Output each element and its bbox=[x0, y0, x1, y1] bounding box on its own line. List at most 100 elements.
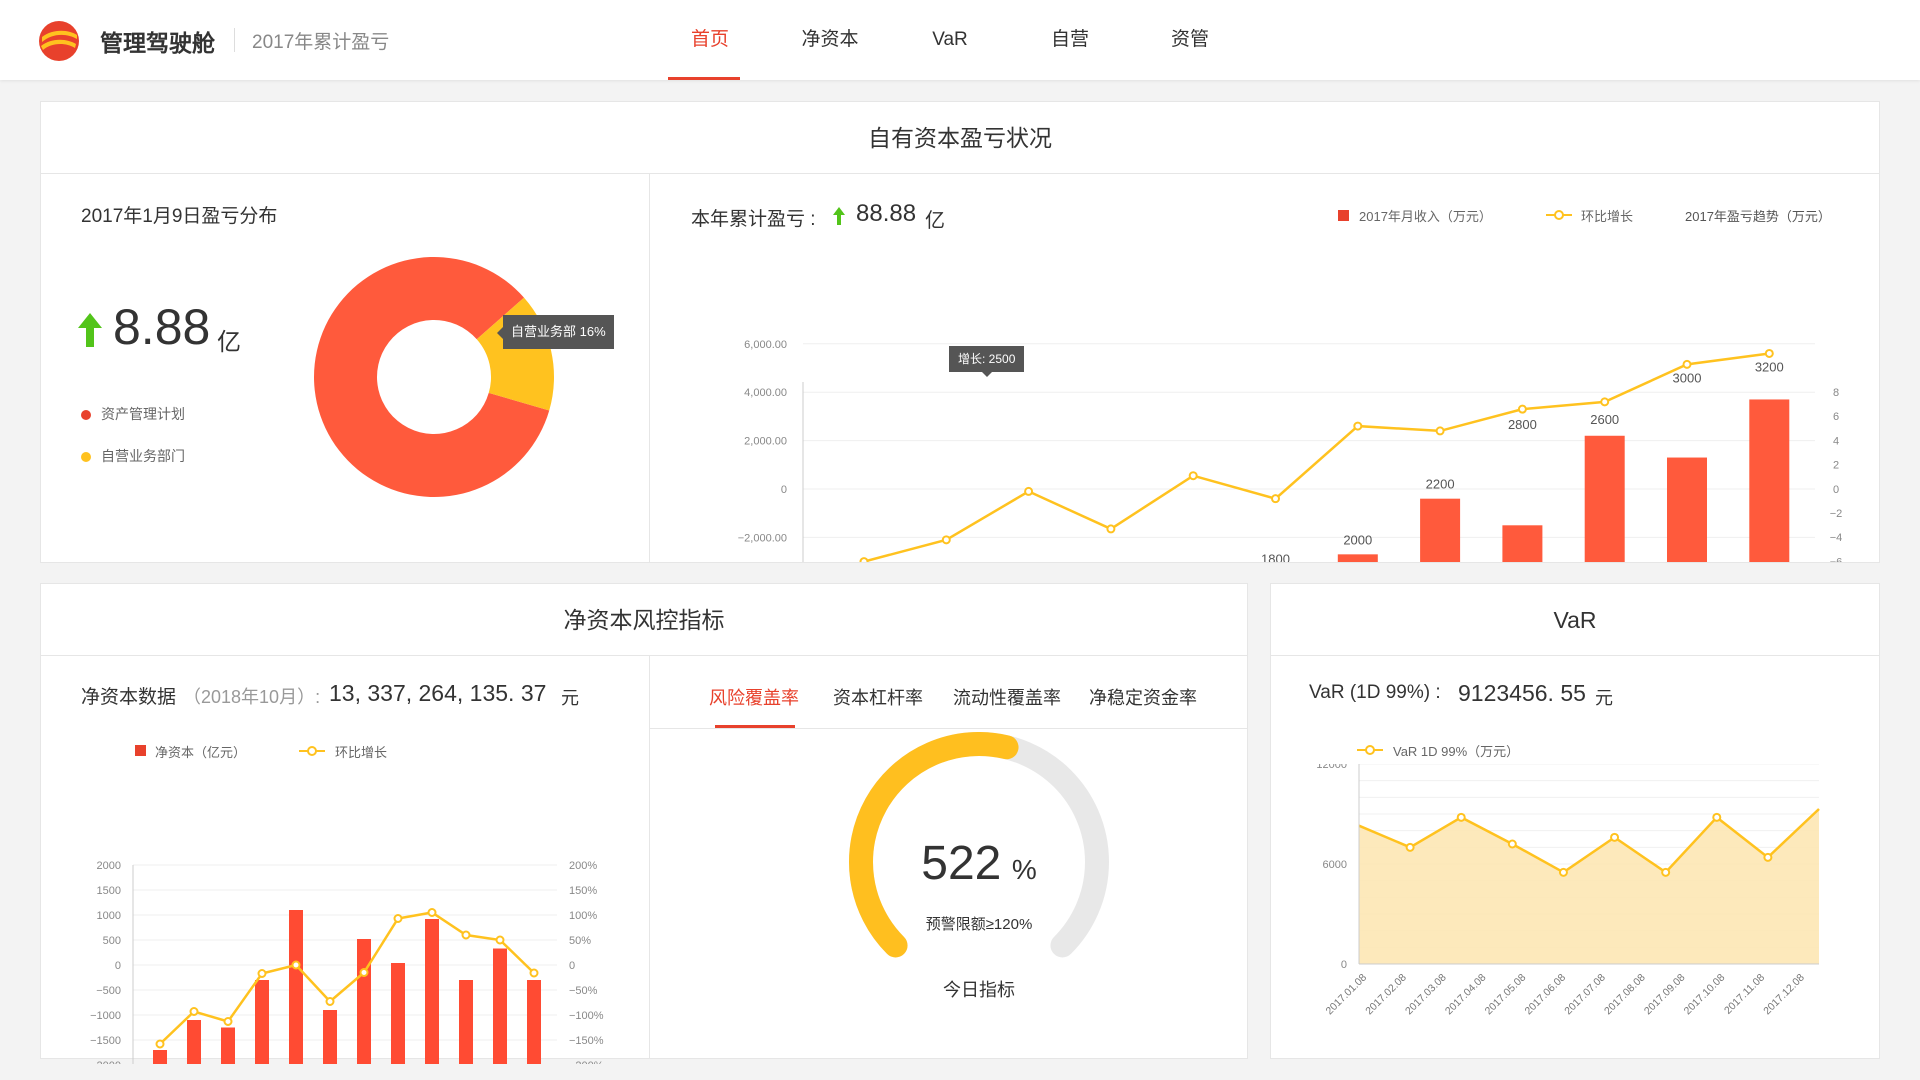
tab-capital-leverage[interactable]: 资本杠杆率 bbox=[833, 684, 923, 710]
var-chart-x-tick: 2017.06.08 bbox=[1522, 972, 1568, 1018]
net-capital-amount: 13, 337, 264, 135. 37 bbox=[329, 680, 547, 706]
profit-chart-y2-tick: 8 bbox=[1833, 387, 1839, 399]
profit-growth-line bbox=[863, 352, 1770, 562]
var-unit: 元 bbox=[1595, 688, 1613, 708]
net-chart-y-tick: 500 bbox=[103, 935, 121, 947]
profit-growth-point bbox=[859, 557, 869, 562]
var-point bbox=[1456, 812, 1466, 822]
nav-proprietary[interactable]: 自营 bbox=[1010, 0, 1130, 80]
var-chart-x-tick: 2017.10.08 bbox=[1682, 972, 1728, 1018]
net-chart-y-tick: 1000 bbox=[97, 910, 121, 922]
net-capital-card: 净资本风控指标 净资本数据 （2018年10月）: 13, 337, 264, … bbox=[40, 583, 1248, 1064]
var-chart-y-tick: 12000 bbox=[1316, 764, 1347, 771]
net-growth-point bbox=[359, 968, 369, 977]
net-chart-y2-tick: −150% bbox=[569, 1035, 604, 1047]
nav-home[interactable]: 首页 bbox=[650, 0, 770, 80]
profit-growth-point bbox=[941, 535, 951, 545]
var-point bbox=[1405, 842, 1415, 852]
donut-tooltip-text: 自营业务部 16% bbox=[511, 324, 606, 339]
profit-chart-y2-tick: −4 bbox=[1830, 532, 1843, 544]
tab-liquidity-coverage[interactable]: 流动性覆盖率 bbox=[953, 684, 1061, 710]
distribution-amount: 8.88 bbox=[113, 299, 211, 355]
donut-tooltip-arrow bbox=[497, 327, 503, 339]
legend-monthly-income-swatch bbox=[1338, 210, 1349, 221]
net-chart-y2-tick: 50% bbox=[569, 935, 591, 947]
net-capital-bar bbox=[459, 980, 473, 1064]
var-area-chart: 12000 6000 02017.01.082017.02.082017.03.08… bbox=[1316, 764, 1820, 1018]
annual-profit-amount: 88.88 bbox=[856, 200, 917, 227]
profit-chart-y2-tick: −6 bbox=[1830, 556, 1843, 562]
profit-chart-y2-tick: 4 bbox=[1833, 435, 1839, 447]
annual-profit-label: 本年累计盈亏 : bbox=[691, 209, 816, 230]
net-growth-point bbox=[291, 960, 301, 970]
net-growth-point bbox=[393, 914, 403, 923]
profit-value-label: 2600 bbox=[1590, 412, 1619, 427]
var-point bbox=[1712, 812, 1722, 822]
var-chart-x-tick: 2017.09.08 bbox=[1642, 972, 1688, 1018]
var-chart-x-tick: 2017.07.08 bbox=[1562, 972, 1608, 1018]
nav-var[interactable]: VaR bbox=[890, 0, 1010, 80]
var-card: VaR VaR (1D 99%) : 9123456. 55 元 VaR 1D … bbox=[1270, 583, 1880, 1059]
profit-value-label: 2800 bbox=[1508, 417, 1537, 432]
var-chart-x-tick: 2017.12.08 bbox=[1761, 972, 1807, 1018]
profit-value-label: 3000 bbox=[1673, 370, 1702, 385]
profit-growth-point bbox=[1764, 348, 1774, 358]
net-capital-bar bbox=[391, 963, 405, 1064]
profit-growth-point bbox=[1271, 494, 1280, 504]
net-growth-point bbox=[189, 1007, 199, 1016]
legend-net-growth-line-icon bbox=[299, 746, 325, 756]
profit-growth-point bbox=[1106, 524, 1116, 534]
net-growth-point bbox=[529, 968, 539, 978]
gauge-unit: % bbox=[1011, 854, 1037, 885]
net-growth-point bbox=[257, 969, 267, 978]
profit-bar bbox=[1337, 554, 1378, 562]
net-capital-label: 净资本数据 bbox=[81, 687, 177, 708]
annual-up-arrow-icon bbox=[833, 207, 845, 225]
distribution-unit: 亿 bbox=[217, 329, 241, 356]
legend-asset-mgmt: 资产管理计划 bbox=[101, 406, 185, 422]
net-capital-bar bbox=[255, 980, 269, 1064]
profit-card-title: 自有资本盈亏状况 bbox=[41, 102, 1879, 174]
gauge-caption: 今日指标 bbox=[943, 980, 1015, 1000]
net-growth-point bbox=[325, 997, 335, 1006]
net-capital-divider bbox=[649, 656, 650, 1059]
net-growth-point bbox=[495, 935, 505, 945]
profit-chart-y2-tick: 0 bbox=[1833, 484, 1839, 496]
net-capital-bar bbox=[323, 1010, 337, 1064]
net-capital-bar bbox=[153, 1050, 167, 1064]
gauge-value-group: 522 % bbox=[799, 836, 1159, 891]
net-chart-y2-tick: 200% bbox=[569, 860, 597, 872]
net-capital-bar bbox=[493, 948, 507, 1064]
profit-chart-tooltip-arrow bbox=[982, 372, 992, 377]
var-point bbox=[1558, 867, 1568, 877]
net-chart-y2-tick: −50% bbox=[569, 985, 598, 997]
net-chart-y-tick: −500 bbox=[96, 985, 121, 997]
nav-asset-management[interactable]: 资管 bbox=[1130, 0, 1250, 80]
profit-growth-point bbox=[1682, 359, 1692, 369]
tab-risk-coverage[interactable]: 风险覆盖率 bbox=[709, 684, 799, 710]
profit-chart-y-tick: 0 bbox=[781, 484, 787, 496]
profit-value-label: 1800 bbox=[1261, 552, 1290, 562]
nav-net-capital[interactable]: 净资本 bbox=[770, 0, 890, 80]
profit-growth-point bbox=[1353, 421, 1363, 431]
donut-tooltip: 自营业务部 16% bbox=[503, 315, 614, 349]
net-chart-y2-tick: 150% bbox=[569, 885, 597, 897]
net-capital-chart: 2000 200% 1500 150% 1000 100% 500 50% 0 0 −500 −50%… bbox=[90, 860, 604, 1064]
net-growth-point bbox=[461, 930, 471, 940]
tab-net-stable-funding[interactable]: 净稳定资金率 bbox=[1089, 684, 1197, 710]
profit-growth-point bbox=[1188, 471, 1198, 481]
profit-chart-y-tick: −2,000.00 bbox=[738, 532, 787, 544]
net-capital-card-title: 净资本风控指标 bbox=[41, 584, 1247, 656]
legend-growth-line-icon bbox=[1546, 210, 1572, 220]
legend-dot-proprietary bbox=[81, 452, 91, 462]
legend-net-capital: 净资本（亿元） bbox=[155, 745, 247, 760]
profit-value-label: 2000 bbox=[1343, 532, 1372, 547]
up-arrow-icon bbox=[78, 313, 102, 347]
net-growth-point bbox=[427, 908, 437, 917]
net-capital-period: （2018年10月）: bbox=[183, 687, 321, 707]
var-amount: 9123456. 55 bbox=[1458, 680, 1586, 706]
legend-dot-asset-mgmt bbox=[81, 410, 91, 420]
var-chart-x-tick: 2017.05.08 bbox=[1483, 972, 1529, 1018]
gauge-value: 522 bbox=[921, 837, 1002, 890]
profit-growth-point bbox=[1517, 404, 1527, 414]
